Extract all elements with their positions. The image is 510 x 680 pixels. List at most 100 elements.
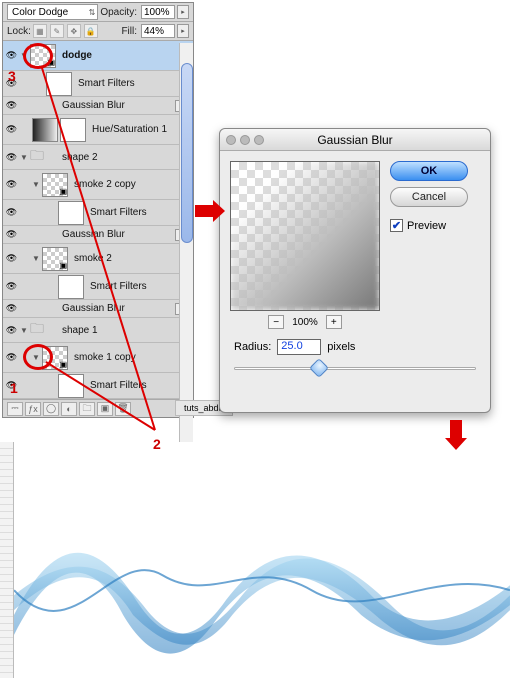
scrollbar-thumb[interactable] bbox=[181, 63, 193, 243]
filter-mask-thumbnail[interactable] bbox=[58, 275, 84, 299]
filter-name: Gaussian Blur bbox=[62, 229, 125, 240]
radius-input[interactable]: 25.0 bbox=[277, 339, 321, 355]
wave-artwork bbox=[14, 496, 510, 675]
twisty-icon[interactable]: ▼ bbox=[20, 51, 30, 60]
preview-content bbox=[231, 162, 379, 310]
preview-checkbox-row[interactable]: ✔ Preview bbox=[390, 219, 468, 232]
radius-label: Radius: bbox=[234, 341, 271, 353]
blend-mode-value: Color Dodge bbox=[12, 7, 68, 18]
layer-hue-saturation[interactable]: 👁 Hue/Saturation 1 bbox=[3, 115, 193, 145]
delete-layer-icon[interactable]: 🗑 bbox=[115, 402, 131, 416]
zoom-in-button[interactable]: + bbox=[326, 315, 342, 329]
visibility-icon[interactable]: 👁 bbox=[5, 323, 19, 337]
filter-mask-thumbnail[interactable] bbox=[58, 374, 84, 398]
lock-paint-icon[interactable]: ✎ bbox=[50, 24, 64, 38]
layer-thumbnail[interactable]: ▣ bbox=[42, 173, 68, 197]
twisty-icon[interactable]: ▼ bbox=[32, 180, 42, 189]
twisty-icon[interactable]: ▼ bbox=[32, 254, 42, 263]
layer-gaussian-blur[interactable]: 👁 Gaussian Blur ≡ bbox=[3, 300, 193, 318]
layers-panel: Color Dodge ⇅ Opacity: 100% ▸ Lock: ▦ ✎ … bbox=[2, 2, 194, 418]
layer-dodge[interactable]: 👁 ▼ ▣ dodge bbox=[3, 41, 193, 71]
cancel-button[interactable]: Cancel bbox=[390, 187, 468, 207]
folder-icon: 🗀 bbox=[30, 318, 56, 342]
twisty-icon[interactable]: ▼ bbox=[20, 326, 30, 335]
document-canvas[interactable] bbox=[14, 442, 510, 680]
filter-mask-thumbnail[interactable] bbox=[58, 201, 84, 225]
visibility-icon[interactable]: 👁 bbox=[5, 150, 19, 164]
visibility-icon[interactable]: 👁 bbox=[5, 49, 19, 63]
window-minimize-icon[interactable] bbox=[240, 135, 250, 145]
layer-thumbnail[interactable]: ▣ bbox=[30, 44, 56, 68]
filter-name: Gaussian Blur bbox=[62, 100, 125, 111]
twisty-icon[interactable]: ▼ bbox=[20, 153, 30, 162]
smart-filters-label: Smart Filters bbox=[90, 281, 147, 292]
radius-units: pixels bbox=[327, 341, 355, 353]
lock-all-icon[interactable]: 🔒 bbox=[84, 24, 98, 38]
twisty-icon[interactable]: ▼ bbox=[32, 353, 42, 362]
document-tab-label: tuts_abdu bbox=[184, 403, 224, 413]
folder-icon: 🗀 bbox=[30, 145, 56, 169]
visibility-icon[interactable]: 👁 bbox=[5, 123, 19, 137]
filter-mask-thumbnail[interactable] bbox=[46, 72, 72, 96]
layer-smart-filters[interactable]: 👁 Smart Filters bbox=[3, 200, 193, 226]
visibility-icon[interactable]: 👁 bbox=[5, 302, 19, 316]
visibility-icon[interactable]: 👁 bbox=[5, 99, 19, 113]
panel-lock-row: Lock: ▦ ✎ ✥ 🔒 Fill: 44% ▸ bbox=[3, 22, 193, 41]
layer-smoke2[interactable]: 👁 ▼ ▣ smoke 2 bbox=[3, 244, 193, 274]
layer-smoke1-copy[interactable]: 👁 ▼ ▣ smoke 1 copy bbox=[3, 343, 193, 373]
layers-panel-footer: ⎓ ƒx ◯ ◐ 🗀 ▣ 🗑 bbox=[3, 399, 193, 417]
layer-name: dodge bbox=[62, 50, 92, 61]
link-layers-icon[interactable]: ⎓ bbox=[7, 402, 23, 416]
layer-name: smoke 2 bbox=[74, 253, 112, 264]
preview-checkbox-label: Preview bbox=[407, 220, 446, 232]
new-layer-icon[interactable]: ▣ bbox=[97, 402, 113, 416]
adjustment-thumbnail[interactable] bbox=[32, 118, 58, 142]
preview-checkbox[interactable]: ✔ bbox=[390, 219, 403, 232]
layer-group-shape2[interactable]: 👁 ▼ 🗀 shape 2 bbox=[3, 145, 193, 170]
preview-area[interactable] bbox=[230, 161, 380, 311]
layer-group-shape1[interactable]: 👁 ▼ 🗀 shape 1 bbox=[3, 318, 193, 343]
layer-smart-filters[interactable]: 👁 Smart Filters bbox=[3, 274, 193, 300]
adjustment-layer-icon[interactable]: ◐ bbox=[61, 402, 77, 416]
new-group-icon[interactable]: 🗀 bbox=[79, 402, 95, 416]
opacity-label: Opacity: bbox=[100, 7, 137, 18]
scrollbar-vertical[interactable] bbox=[179, 43, 193, 443]
slider-track bbox=[234, 367, 476, 370]
opacity-value[interactable]: 100% bbox=[141, 5, 175, 19]
layer-smoke2-copy[interactable]: 👁 ▼ ▣ smoke 2 copy bbox=[3, 170, 193, 200]
annotation-arrow-right bbox=[195, 200, 225, 222]
visibility-icon[interactable]: 👁 bbox=[5, 178, 19, 192]
visibility-icon[interactable]: 👁 bbox=[5, 252, 19, 266]
radius-slider[interactable] bbox=[234, 361, 476, 375]
mask-thumbnail[interactable] bbox=[60, 118, 86, 142]
panel-top-row: Color Dodge ⇅ Opacity: 100% ▸ bbox=[3, 3, 193, 22]
visibility-icon[interactable]: 👁 bbox=[5, 228, 19, 242]
layer-gaussian-blur[interactable]: 👁 Gaussian Blur ≡ bbox=[3, 226, 193, 244]
blend-mode-select[interactable]: Color Dodge ⇅ bbox=[7, 4, 98, 20]
layer-smart-filters[interactable]: 👁 Smart Filters bbox=[3, 71, 193, 97]
layer-thumbnail[interactable]: ▣ bbox=[42, 247, 68, 271]
layer-gaussian-blur[interactable]: 👁 Gaussian Blur ≡ bbox=[3, 97, 193, 115]
smart-filters-label: Smart Filters bbox=[90, 380, 147, 391]
opacity-slider-icon[interactable]: ▸ bbox=[177, 5, 189, 19]
visibility-icon[interactable]: 👁 bbox=[5, 351, 19, 365]
annotation-number-3: 3 bbox=[8, 68, 16, 84]
zoom-out-button[interactable]: − bbox=[268, 315, 284, 329]
slider-thumb[interactable] bbox=[309, 358, 329, 378]
layer-thumbnail[interactable]: ▣ bbox=[42, 346, 68, 370]
layer-style-icon[interactable]: ƒx bbox=[25, 402, 41, 416]
ruler-vertical bbox=[0, 442, 14, 678]
window-zoom-icon[interactable] bbox=[254, 135, 264, 145]
window-close-icon[interactable] bbox=[226, 135, 236, 145]
layer-list[interactable]: 👁 ▼ ▣ dodge 👁 Smart Filters 👁 Gaussian B… bbox=[3, 41, 193, 399]
zoom-value: 100% bbox=[292, 317, 318, 328]
layer-smart-filters[interactable]: 👁 Smart Filters bbox=[3, 373, 193, 399]
ok-button[interactable]: OK bbox=[390, 161, 468, 181]
visibility-icon[interactable]: 👁 bbox=[5, 280, 19, 294]
lock-transparency-icon[interactable]: ▦ bbox=[33, 24, 47, 38]
fill-slider-icon[interactable]: ▸ bbox=[177, 24, 189, 38]
fill-value[interactable]: 44% bbox=[141, 24, 175, 38]
lock-position-icon[interactable]: ✥ bbox=[67, 24, 81, 38]
layer-mask-icon[interactable]: ◯ bbox=[43, 402, 59, 416]
visibility-icon[interactable]: 👁 bbox=[5, 206, 19, 220]
